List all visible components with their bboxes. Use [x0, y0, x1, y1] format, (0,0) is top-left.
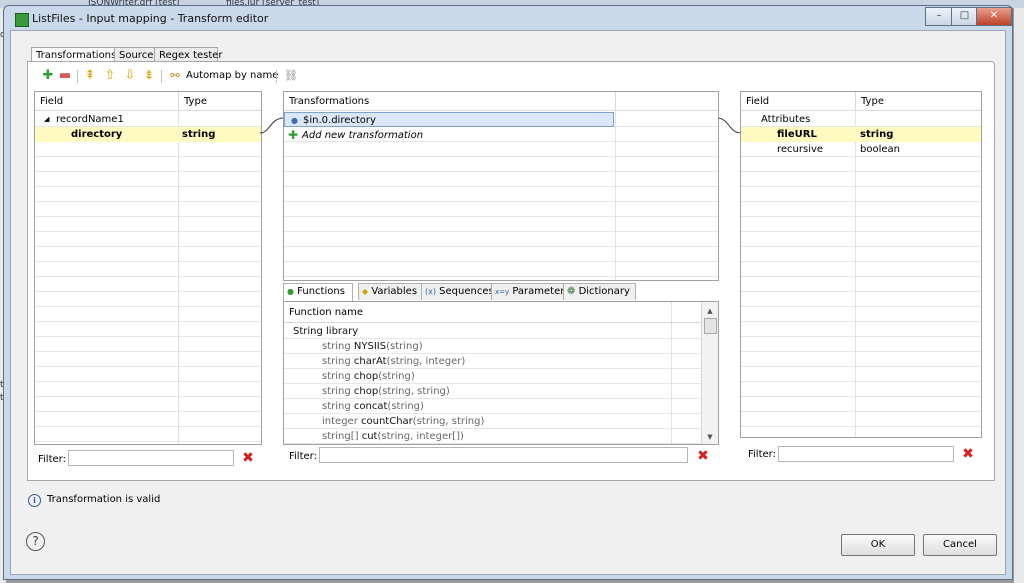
input-fields-table: Field Type ◢ recordName1 directory strin… — [34, 91, 262, 445]
column-header-type[interactable]: Type — [856, 92, 981, 111]
column-divider — [178, 92, 179, 444]
minimize-button[interactable]: – — [925, 7, 953, 26]
function-filter-field[interactable] — [319, 447, 688, 463]
tab-label: Variables — [371, 286, 418, 297]
record-name: recordName1 — [56, 114, 124, 125]
function-item[interactable]: string NYSIIS(string) — [322, 339, 423, 354]
remove-icon[interactable]: ▬ — [57, 68, 73, 84]
ok-button[interactable]: OK — [841, 534, 915, 556]
transformation-item[interactable]: ● $in.0.directory — [284, 112, 614, 127]
clear-filter-icon[interactable]: ✖ — [697, 449, 709, 463]
tab-label: Parameters — [512, 286, 570, 297]
tab-parameters[interactable]: x=y Parameters — [491, 283, 570, 300]
dictionary-icon: ❁ — [567, 286, 576, 297]
table-gridlines — [35, 112, 261, 444]
add-icon[interactable]: ✚ — [40, 68, 56, 84]
function-item[interactable]: string chop(string, string) — [322, 384, 450, 399]
automap-icon[interactable]: ⚯ — [167, 68, 183, 84]
table-row[interactable]: directory string — [35, 127, 261, 142]
column-header-field[interactable]: Field — [35, 92, 179, 111]
field-name: fileURL — [777, 129, 817, 140]
move-bottom-icon[interactable]: ⇟ — [141, 68, 157, 84]
move-down-icon[interactable]: ⇩ — [122, 68, 138, 84]
field-name: directory — [71, 129, 123, 140]
link-icon[interactable]: ⛓ — [283, 68, 299, 84]
help-icon[interactable]: ? — [26, 532, 45, 551]
function-list-scrollbar[interactable]: ▲ ▼ — [701, 302, 718, 444]
toolbar-separator — [161, 70, 162, 83]
function-group[interactable]: String library — [293, 324, 358, 339]
table-row[interactable]: fileURL string — [741, 127, 981, 142]
function-list: Function name String library string NYSI… — [283, 301, 719, 445]
title-bar[interactable]: ListFiles - Input mapping - Transform ed… — [4, 6, 1012, 30]
mapping-connector — [717, 117, 741, 134]
add-new-transformation[interactable]: ✚ Add new transformation — [284, 128, 718, 143]
table-row[interactable]: ◢ recordName1 — [35, 112, 261, 127]
column-header-blank — [616, 92, 718, 111]
function-item[interactable]: string chop(string) — [322, 369, 415, 384]
tab-label: Sequences — [439, 286, 494, 297]
tab-variables[interactable]: ◆ Variables — [358, 283, 424, 300]
function-item[interactable]: integer countChar(string, string) — [322, 414, 484, 429]
add-new-label: Add new transformation — [302, 130, 424, 141]
tree-expander-icon[interactable]: ◢ — [44, 112, 49, 127]
parameters-icon: x=y — [495, 288, 510, 296]
functions-icon: ● — [287, 287, 294, 296]
field-type: string — [182, 129, 216, 140]
sequences-icon: (x) — [425, 287, 436, 296]
field-name: recursive — [777, 144, 824, 155]
clear-filter-icon[interactable]: ✖ — [242, 451, 254, 465]
cancel-button[interactable]: Cancel — [923, 534, 997, 556]
tab-label: Functions — [297, 286, 345, 297]
table-row[interactable]: Attributes — [741, 112, 981, 127]
function-item[interactable]: string[] cut(string, integer[]) — [322, 429, 464, 444]
scroll-down-icon[interactable]: ▼ — [702, 430, 718, 444]
toolbar-separator — [77, 70, 78, 83]
toolbar-separator — [276, 70, 277, 83]
output-filter-label: Filter: — [748, 449, 776, 460]
record-name: Attributes — [761, 114, 811, 125]
output-fields-table: Field Type Attributes fileURL string rec… — [740, 91, 982, 438]
bullet-icon: ● — [291, 116, 298, 125]
window-title: ListFiles - Input mapping - Transform ed… — [32, 12, 269, 25]
add-icon: ✚ — [288, 128, 299, 142]
field-type: boolean — [860, 144, 900, 155]
move-top-icon[interactable]: ⇞ — [82, 68, 98, 84]
table-row[interactable]: recursive boolean — [741, 142, 981, 157]
function-filter-label: Filter: — [289, 451, 317, 462]
column-header-function-name[interactable]: Function name — [284, 302, 702, 323]
app-icon — [15, 13, 29, 27]
input-filter-field[interactable] — [68, 450, 234, 466]
tab-sequences[interactable]: (x) Sequences — [421, 283, 494, 300]
field-type: string — [860, 129, 894, 140]
mapping-connector — [260, 117, 284, 134]
function-item[interactable]: string charAt(string, integer) — [322, 354, 465, 369]
clear-filter-icon[interactable]: ✖ — [962, 447, 974, 461]
column-header-field[interactable]: Field — [741, 92, 856, 111]
move-up-icon[interactable]: ⇧ — [102, 68, 118, 84]
function-tabs: ● Functions ◆ Variables (x) Sequences x=… — [283, 283, 718, 301]
transformations-table: Transformations ● $in.0.directory ✚ Add … — [283, 91, 719, 281]
close-button[interactable]: ✕ — [976, 7, 1012, 26]
info-icon: i — [28, 494, 41, 507]
scroll-up-icon[interactable]: ▲ — [702, 304, 718, 318]
output-filter-field[interactable] — [778, 446, 954, 462]
input-filter-label: Filter: — [38, 454, 66, 465]
automap-button[interactable]: Automap by name — [186, 70, 278, 81]
column-divider — [671, 302, 672, 444]
maximize-button[interactable]: □ — [951, 7, 978, 26]
tab-functions[interactable]: ● Functions — [283, 283, 353, 301]
function-item[interactable]: string concat(string) — [322, 399, 424, 414]
status-message: Transformation is valid — [47, 494, 161, 505]
scroll-thumb[interactable] — [704, 318, 717, 334]
table-gridlines — [741, 112, 981, 437]
column-header-type[interactable]: Type — [179, 92, 261, 111]
column-header-transformations[interactable]: Transformations — [284, 92, 616, 111]
tab-dictionary[interactable]: ❁ Dictionary — [563, 283, 636, 300]
transformation-expression: $in.0.directory — [303, 115, 376, 126]
background-right-panel — [1014, 8, 1024, 583]
variables-icon: ◆ — [362, 287, 369, 296]
column-divider — [615, 92, 616, 280]
tab-label: Dictionary — [578, 286, 630, 297]
